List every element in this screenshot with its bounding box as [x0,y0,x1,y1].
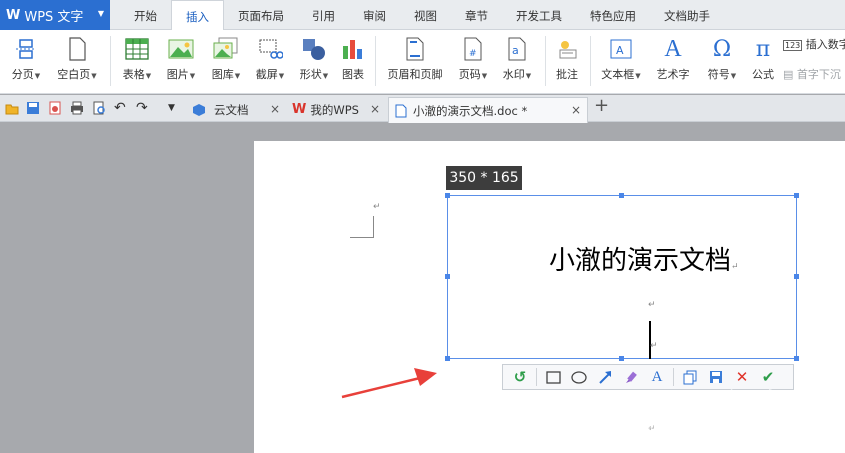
baidu-watermark: Baidu经验 jingyan.baidu.com [648,383,779,432]
baidu-watermark-url: jingyan.baidu.com [648,420,737,432]
baidu-watermark-brand: Baidu经验 [648,388,780,418]
